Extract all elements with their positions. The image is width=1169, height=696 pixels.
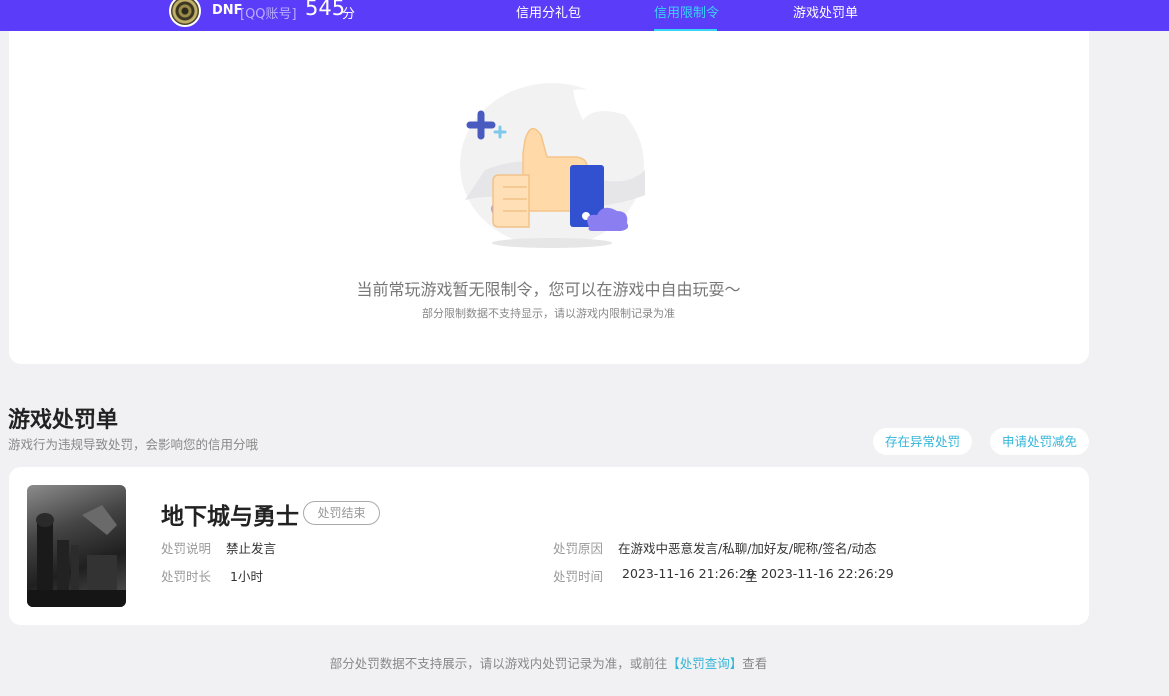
tab-game-penalty[interactable]: 游戏处罚单 (793, 2, 858, 21)
footer-suffix: 查看 (742, 656, 768, 671)
apply-reduction-button[interactable]: 申请处罚减免 (990, 428, 1089, 455)
penalty-time-label: 处罚时间 (553, 569, 604, 584)
tab-credit-gift[interactable]: 信用分礼包 (516, 2, 581, 21)
status-badge: 处罚结束 (303, 501, 380, 525)
penalty-reason-value: 在游戏中恶意发言/私聊/加好友/昵称/签名/动态 (618, 541, 877, 556)
abnormal-penalty-button[interactable]: 存在异常处罚 (873, 428, 972, 455)
footer-text: 部分处罚数据不支持展示，请以游戏内处罚记录为准，或前往 (329, 656, 668, 671)
penalty-desc-value: 禁止发言 (226, 541, 277, 556)
game-title: 地下城与勇士 (161, 504, 299, 530)
penalty-time-end: 2023-11-16 22:26:29 (761, 566, 894, 581)
credit-score: 545 (305, 0, 346, 20)
thumbs-up-icon (460, 83, 645, 248)
penalty-query-link[interactable]: 【处罚查询】 (667, 656, 742, 671)
account-type: [QQ账号] (240, 7, 297, 22)
penalty-time-separator: 至 (745, 569, 758, 584)
footer-note: 部分处罚数据不支持展示，请以游戏内处罚记录为准，或前往【处罚查询】查看 (0, 653, 1097, 672)
game-name: DNF (212, 3, 243, 18)
penalty-duration-value: 1小时 (230, 569, 263, 584)
penalty-desc-label: 处罚说明 (161, 541, 212, 556)
section-title: 游戏处罚单 (8, 408, 119, 433)
credit-score-unit: 分 (342, 7, 356, 22)
empty-state-message: 当前常玩游戏暂无限制令，您可以在游戏中自由玩耍～ (356, 280, 741, 299)
penalty-time-start: 2023-11-16 21:26:29 (622, 566, 755, 581)
tab-credit-restriction[interactable]: 信用限制令 (654, 2, 719, 21)
penalty-reason-label: 处罚原因 (553, 541, 604, 556)
section-subtitle: 游戏行为违规导致处罚，会影响您的信用分哦 (8, 437, 259, 452)
penalty-duration-label: 处罚时长 (161, 569, 212, 584)
empty-state-note: 部分限制数据不支持显示，请以游戏内限制记录为准 (422, 307, 675, 320)
game-cover-image (27, 485, 126, 607)
